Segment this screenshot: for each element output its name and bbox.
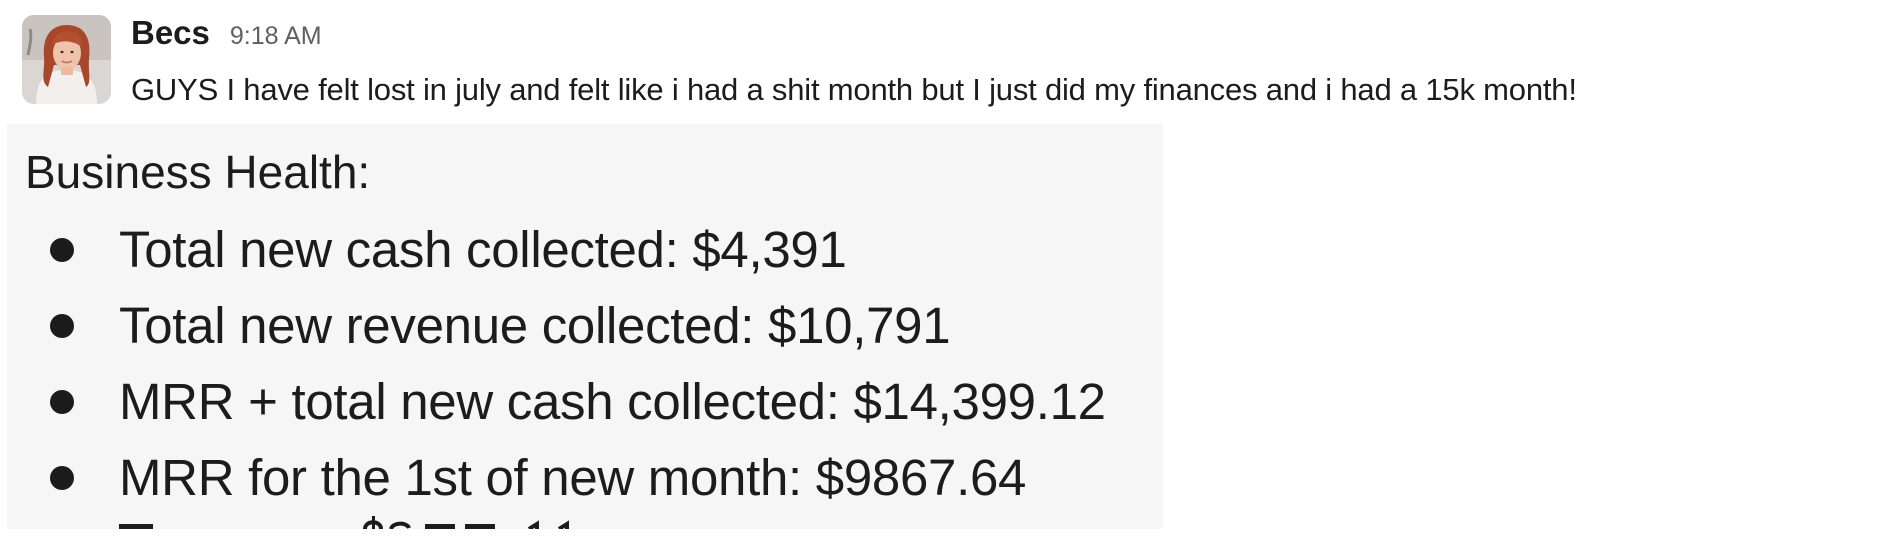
- message: Becs 9:18 AM GUYS I have felt lost in ju…: [0, 0, 1894, 542]
- message-text: GUYS I have felt lost in july and felt l…: [131, 72, 1577, 107]
- bullet-dot-icon: [50, 314, 74, 338]
- avatar[interactable]: [22, 15, 111, 104]
- bullet-dot-icon: [50, 238, 74, 262]
- message-header: Becs 9:18 AM: [131, 14, 322, 54]
- attachment-title: Business Health:: [25, 146, 371, 198]
- user-avatar-photo-icon: [22, 15, 111, 104]
- cropped-text-fragment: [7, 516, 1163, 529]
- list-item-text: MRR + total new cash collected: $14,399.…: [119, 373, 1106, 430]
- bullet-dot-icon: [50, 466, 74, 490]
- message-timestamp[interactable]: 9:18 AM: [230, 22, 322, 51]
- author-name[interactable]: Becs: [131, 14, 210, 52]
- list-item-text: Total new revenue collected: $10,791: [119, 297, 951, 354]
- bullet-dot-icon: [50, 390, 74, 414]
- cropped-glyph-tops: [119, 516, 569, 529]
- list-item-text: Total new cash collected: $4,391: [119, 221, 847, 278]
- image-attachment[interactable]: Business Health: Total new cash collecte…: [7, 124, 1163, 529]
- list-item-text: MRR for the 1st of new month: $9867.64: [119, 449, 1027, 506]
